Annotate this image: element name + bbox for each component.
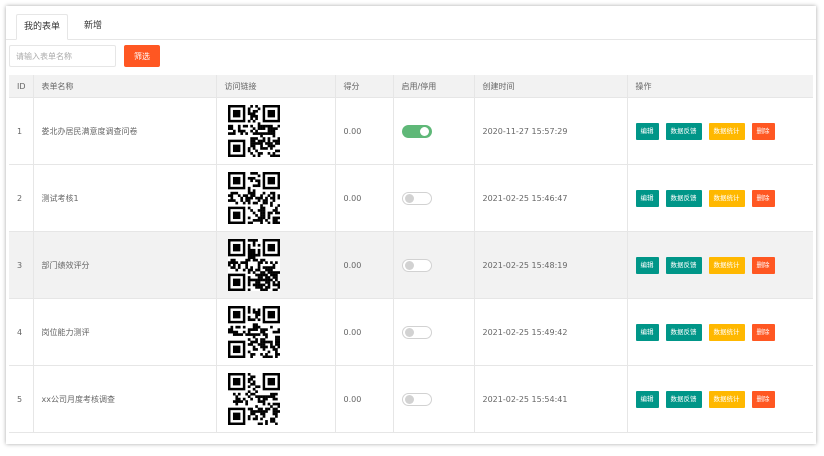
cell-status [393, 298, 475, 366]
cell-actions: 编辑 数据反馈 数据统计 删除 [627, 365, 813, 433]
cell-score: 0.00 [335, 365, 394, 433]
delete-button[interactable]: 删除 [751, 256, 775, 274]
data-stats-button[interactable]: 数据统计 [708, 390, 745, 408]
tab-bar: 我的表单 新增 [6, 6, 816, 40]
table-header-row: ID 表单名称 访问链接 得分 启用/停用 创建时间 操作 [9, 75, 813, 98]
tab-my-forms[interactable]: 我的表单 [16, 14, 68, 40]
data-stats-button[interactable]: 数据统计 [708, 323, 745, 341]
cell-form-name: 部门绩效评分 [33, 231, 217, 299]
status-toggle[interactable] [401, 258, 432, 272]
toggle-knob [404, 327, 414, 337]
delete-button[interactable]: 删除 [751, 189, 775, 207]
forms-table: ID 表单名称 访问链接 得分 启用/停用 创建时间 操作 1 娄北办居民满意度… [9, 75, 813, 433]
qr-code-icon[interactable] [227, 172, 280, 224]
cell-created-time: 2021-02-25 15:46:47 [474, 164, 628, 232]
toggle-knob [419, 126, 429, 136]
toggle-knob [404, 193, 414, 203]
cell-score: 0.00 [335, 164, 394, 232]
data-feedback-button[interactable]: 数据反馈 [665, 122, 702, 140]
cell-actions: 编辑 数据反馈 数据统计 删除 [627, 97, 813, 165]
cell-score: 0.00 [335, 298, 394, 366]
col-header-score: 得分 [335, 75, 394, 98]
table-row: 4 岗位能力测评 0.00 2021-02-25 15:49:42 编辑 数据反馈… [9, 298, 813, 366]
cell-created-time: 2020-11-27 15:57:29 [474, 97, 628, 165]
search-input[interactable] [9, 45, 116, 67]
toggle-knob [404, 260, 414, 270]
cell-link [216, 164, 336, 232]
delete-button[interactable]: 删除 [751, 122, 775, 140]
col-header-link: 访问链接 [216, 75, 336, 98]
cell-id: 1 [9, 97, 34, 165]
edit-button[interactable]: 编辑 [635, 256, 659, 274]
cell-score: 0.00 [335, 231, 394, 299]
cell-status [393, 97, 475, 165]
col-header-created: 创建时间 [474, 75, 628, 98]
status-toggle[interactable] [401, 191, 432, 205]
edit-button[interactable]: 编辑 [635, 390, 659, 408]
status-toggle[interactable] [401, 325, 432, 339]
cell-id: 2 [9, 164, 34, 232]
cell-form-name: 测试考核1 [33, 164, 217, 232]
data-stats-button[interactable]: 数据统计 [708, 256, 745, 274]
main-panel: 我的表单 新增 筛选 ID 表单名称 访问链接 得分 启用/停用 创建时间 操作… [6, 6, 816, 444]
data-feedback-button[interactable]: 数据反馈 [665, 256, 702, 274]
cell-form-name: 岗位能力测评 [33, 298, 217, 366]
edit-button[interactable]: 编辑 [635, 189, 659, 207]
cell-id: 4 [9, 298, 34, 366]
data-feedback-button[interactable]: 数据反馈 [665, 323, 702, 341]
cell-link [216, 298, 336, 366]
table-row: 5 xx公司月度考核调查 0.00 2021-02-25 15:54:41 编辑… [9, 365, 813, 433]
cell-actions: 编辑 数据反馈 数据统计 删除 [627, 231, 813, 299]
col-header-name[interactable]: 表单名称 [33, 75, 217, 98]
cell-score: 0.00 [335, 97, 394, 165]
cell-id: 3 [9, 231, 34, 299]
data-stats-button[interactable]: 数据统计 [708, 122, 745, 140]
cell-status [393, 231, 475, 299]
cell-actions: 编辑 数据反馈 数据统计 删除 [627, 164, 813, 232]
filter-button[interactable]: 筛选 [124, 45, 160, 67]
cell-status [393, 164, 475, 232]
status-toggle[interactable] [401, 124, 432, 138]
table-row: 1 娄北办居民满意度调查问卷 0.00 2020-11-27 15:57:29 … [9, 97, 813, 165]
cell-form-name: xx公司月度考核调查 [33, 365, 217, 433]
edit-button[interactable]: 编辑 [635, 323, 659, 341]
data-feedback-button[interactable]: 数据反馈 [665, 189, 702, 207]
cell-status [393, 365, 475, 433]
col-header-id: ID [9, 75, 34, 98]
col-header-actions: 操作 [627, 75, 813, 98]
col-header-status: 启用/停用 [393, 75, 475, 98]
table-row: 2 测试考核1 0.00 2021-02-25 15:46:47 编辑 数据反馈数… [9, 164, 813, 232]
delete-button[interactable]: 删除 [751, 390, 775, 408]
cell-actions: 编辑 数据反馈 数据统计 删除 [627, 298, 813, 366]
table-row: 3 部门绩效评分 0.00 2021-02-25 15:48:19 编辑 数据反馈… [9, 231, 813, 299]
edit-button[interactable]: 编辑 [635, 122, 659, 140]
status-toggle[interactable] [401, 392, 432, 406]
cell-created-time: 2021-02-25 15:54:41 [474, 365, 628, 433]
cell-created-time: 2021-02-25 15:49:42 [474, 298, 628, 366]
cell-link [216, 97, 336, 165]
cell-id: 5 [9, 365, 34, 433]
cell-form-name: 娄北办居民满意度调查问卷 [33, 97, 217, 165]
cell-link [216, 231, 336, 299]
toggle-knob [404, 394, 414, 404]
qr-code-icon[interactable] [227, 373, 280, 425]
tab-new[interactable]: 新增 [76, 14, 110, 39]
data-stats-button[interactable]: 数据统计 [708, 189, 745, 207]
qr-code-icon[interactable] [227, 105, 280, 157]
qr-code-icon[interactable] [227, 239, 280, 291]
cell-link [216, 365, 336, 433]
data-feedback-button[interactable]: 数据反馈 [665, 390, 702, 408]
delete-button[interactable]: 删除 [751, 323, 775, 341]
qr-code-icon[interactable] [227, 306, 280, 358]
cell-created-time: 2021-02-25 15:48:19 [474, 231, 628, 299]
